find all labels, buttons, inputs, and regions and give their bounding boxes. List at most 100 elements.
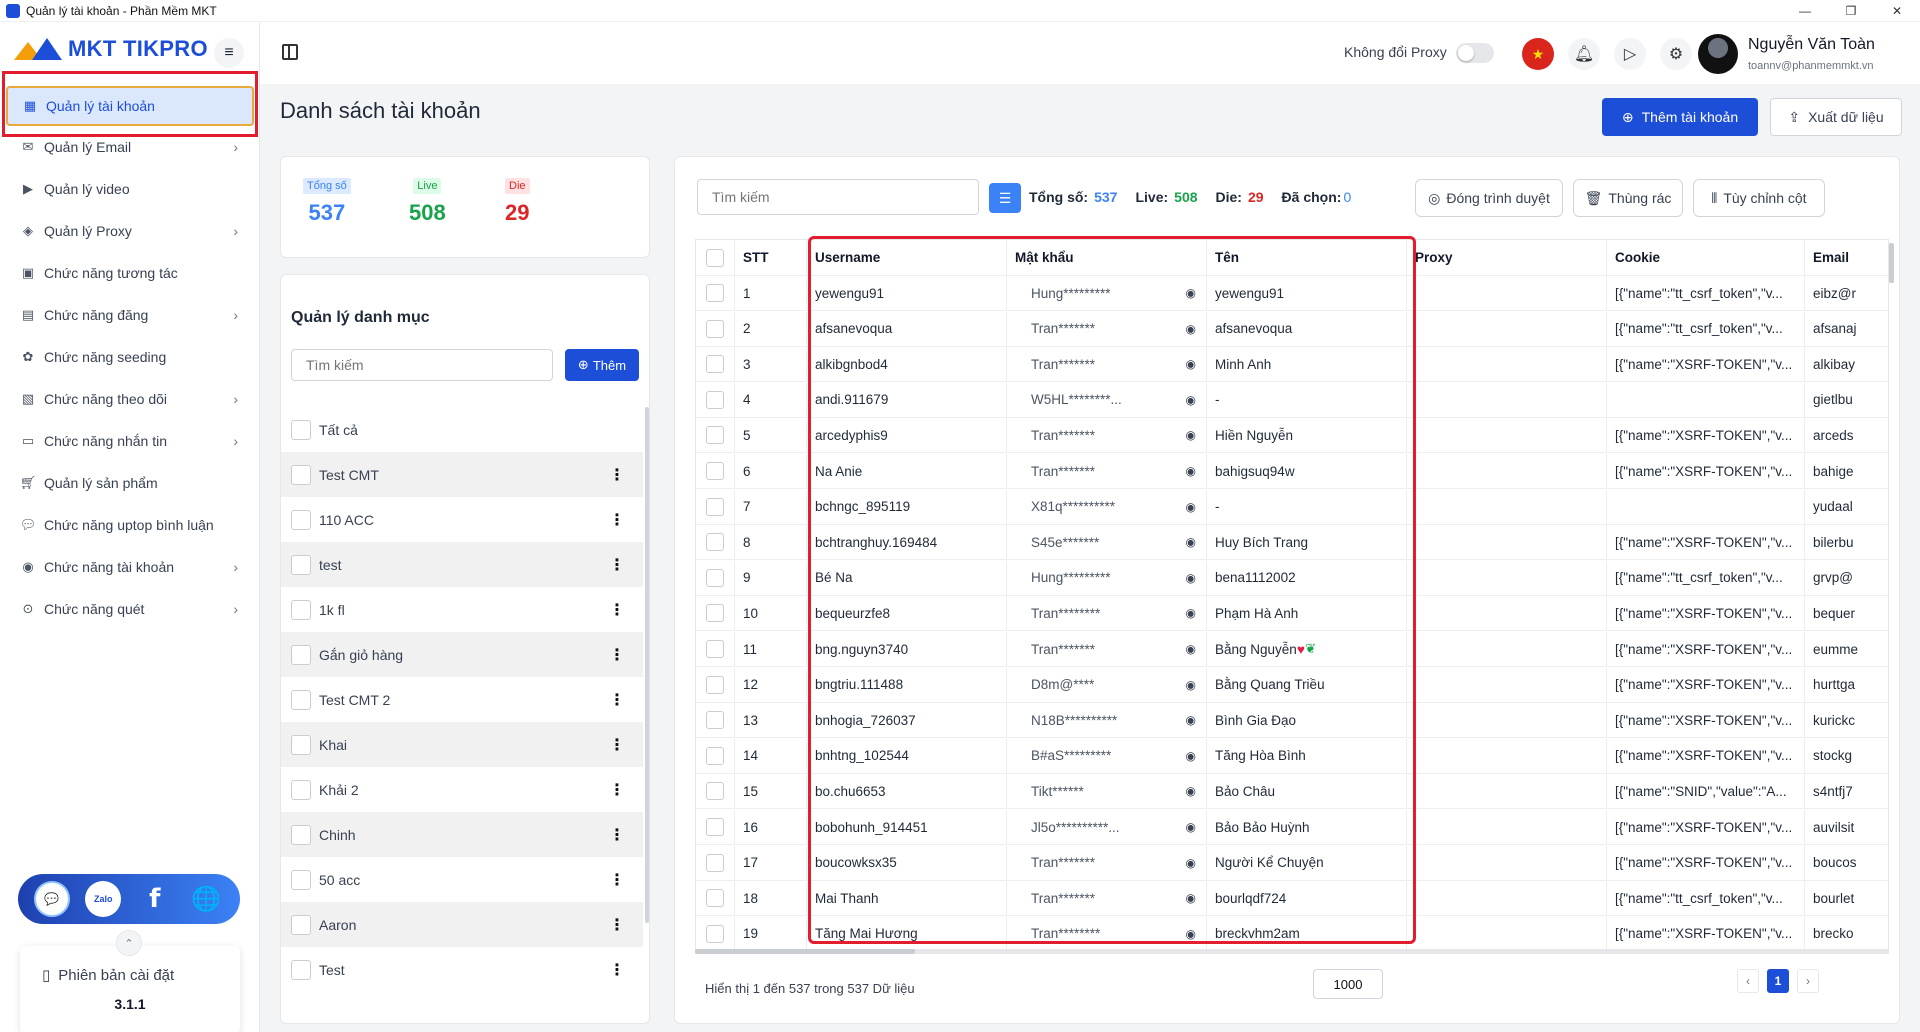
category-checkbox[interactable] <box>291 464 311 485</box>
sidebar-item-follow[interactable]: ▧ Chức năng theo dõi › <box>0 378 260 420</box>
page-size-select[interactable]: 1000 <box>1313 969 1383 999</box>
category-checkbox[interactable] <box>291 644 311 665</box>
row-checkbox[interactable] <box>706 675 724 694</box>
eye-icon[interactable]: ◉ <box>1186 571 1196 585</box>
column-header-stt[interactable]: STT <box>734 240 806 275</box>
more-vertical-icon[interactable]: ⋮ <box>609 690 625 710</box>
layout-toggle-icon[interactable] <box>282 44 298 60</box>
eye-icon[interactable]: ◉ <box>1186 820 1196 834</box>
customize-columns-button[interactable]: ⫴ Tùy chỉnh cột <box>1693 179 1825 217</box>
table-row[interactable]: 15 bo.chu6653 Tikt****** ◉ Bảo Châu [{"name":… <box>696 774 1888 810</box>
column-header-cookie[interactable]: Cookie <box>1606 240 1804 275</box>
eye-icon[interactable]: ◉ <box>1186 642 1196 656</box>
category-scrollbar[interactable] <box>645 407 649 923</box>
row-checkbox-cell[interactable] <box>696 774 734 808</box>
row-checkbox[interactable] <box>706 889 724 908</box>
more-vertical-icon[interactable]: ⋮ <box>609 645 625 665</box>
category-checkbox[interactable] <box>291 824 311 845</box>
row-checkbox-cell[interactable] <box>696 418 734 452</box>
chevron-up-icon[interactable]: ⌃ <box>116 930 142 956</box>
row-checkbox-cell[interactable] <box>696 490 734 524</box>
table-row[interactable]: 6 Na Anie Tran******* ◉ bahigsuq94w [{"name":… <box>696 454 1888 489</box>
table-row[interactable]: 5 arcedyphis9 Tran******* ◉ Hiền Nguyễn [{"na… <box>696 418 1888 454</box>
category-item[interactable]: Chinh ⋮ <box>281 812 643 857</box>
more-vertical-icon[interactable]: ⋮ <box>609 510 625 530</box>
category-item[interactable]: Test CMT 2 ⋮ <box>281 677 643 722</box>
table-row[interactable]: 8 bchtranghuy.169484 S45e******* ◉ Huy Bích … <box>696 525 1888 561</box>
row-checkbox-cell[interactable] <box>696 525 734 559</box>
eye-icon[interactable]: ◉ <box>1186 784 1196 798</box>
table-row[interactable]: 3 alkibgnbod4 Tran******* ◉ Minh Anh [{"name"… <box>696 347 1888 383</box>
column-header-name[interactable]: Tên <box>1206 240 1406 275</box>
eye-icon[interactable]: ◉ <box>1186 535 1196 549</box>
row-checkbox[interactable] <box>706 924 724 943</box>
row-checkbox[interactable] <box>706 818 724 836</box>
category-item[interactable]: Khai ⋮ <box>281 722 643 767</box>
column-header-email[interactable]: Email <box>1804 240 1888 275</box>
more-vertical-icon[interactable]: ⋮ <box>609 555 625 575</box>
sidebar-item-scan[interactable]: ⊙ Chức năng quét › <box>0 588 260 630</box>
table-search-input[interactable] <box>697 179 979 215</box>
row-checkbox-cell[interactable] <box>696 739 734 773</box>
row-checkbox-cell[interactable] <box>696 312 734 346</box>
category-search-input[interactable] <box>291 349 553 381</box>
sidebar-item-video[interactable]: ▶ Quản lý video <box>0 168 260 210</box>
row-checkbox[interactable] <box>706 568 724 587</box>
table-row[interactable]: 18 Mai Thanh Tran******* ◉ bourlqdf724 [{"nam… <box>696 881 1888 917</box>
row-checkbox-cell[interactable] <box>696 703 734 737</box>
close-browser-button[interactable]: ◎ Đóng trình duyệt <box>1415 179 1563 217</box>
row-checkbox[interactable] <box>706 640 724 658</box>
bell-icon[interactable]: 🔔︎ <box>1568 38 1600 70</box>
eye-icon[interactable]: ◉ <box>1186 713 1196 727</box>
vietnam-flag-icon[interactable]: ★ <box>1522 38 1554 70</box>
eye-icon[interactable]: ◉ <box>1186 286 1196 300</box>
next-page-icon[interactable]: › <box>1797 969 1819 993</box>
category-checkbox[interactable] <box>291 779 311 800</box>
more-vertical-icon[interactable]: ⋮ <box>609 735 625 755</box>
vertical-scrollbar[interactable] <box>1889 243 1894 283</box>
row-checkbox[interactable] <box>706 533 724 552</box>
table-row[interactable]: 1 yewengu91 Hung********* ◉ yewengu91 [{"name… <box>696 276 1888 311</box>
table-row[interactable]: 9 Bé Na Hung********* ◉ bena1112002 [{"name":… <box>696 560 1888 596</box>
select-all-checkbox[interactable] <box>706 248 724 267</box>
add-category-button[interactable]: ⊕ Thêm <box>565 349 639 381</box>
maximize-button[interactable]: ❐ <box>1828 0 1874 22</box>
row-checkbox-cell[interactable] <box>696 846 734 880</box>
eye-icon[interactable]: ◉ <box>1186 606 1196 620</box>
table-row[interactable]: 7 bchngc_895119 X81q********** ◉ - yudaal <box>696 489 1888 525</box>
row-checkbox-cell[interactable] <box>696 347 734 381</box>
table-row[interactable]: 14 bnhtng_102544 B#aS********* ◉ Tăng Hòa Bì… <box>696 738 1888 774</box>
category-checkbox[interactable] <box>291 599 311 620</box>
row-checkbox[interactable] <box>706 390 724 409</box>
row-checkbox[interactable] <box>706 711 724 730</box>
table-row[interactable]: 4 andi.911679 W5HL********... ◉ - gietlbu <box>696 382 1888 418</box>
trash-button[interactable]: 🗑︎ Thùng rác <box>1573 179 1683 217</box>
row-checkbox-cell[interactable] <box>696 632 734 666</box>
row-checkbox-cell[interactable] <box>696 668 734 702</box>
category-checkbox[interactable] <box>291 959 311 980</box>
row-checkbox-cell[interactable] <box>696 383 734 417</box>
eye-icon[interactable]: ◉ <box>1186 322 1196 336</box>
row-checkbox[interactable] <box>706 782 724 801</box>
more-vertical-icon[interactable]: ⋮ <box>609 960 625 980</box>
row-checkbox[interactable] <box>706 355 724 374</box>
row-checkbox-cell[interactable] <box>696 881 734 915</box>
table-row[interactable]: 10 bequeurzfe8 Tran******** ◉ Phạm Hà Anh [{"… <box>696 596 1888 632</box>
category-item[interactable]: 1k fl ⋮ <box>281 587 643 632</box>
play-icon[interactable]: ▷ <box>1614 38 1646 70</box>
category-item[interactable]: Test ⋮ <box>281 947 643 992</box>
row-checkbox-cell[interactable] <box>696 917 734 950</box>
category-checkbox[interactable] <box>291 419 311 440</box>
filter-icon[interactable]: ☰ <box>989 183 1021 213</box>
globe-icon[interactable]: 🌐 <box>188 881 224 917</box>
column-header-username[interactable]: Username <box>806 240 1006 275</box>
sidebar-item-interaction[interactable]: ▣ Chức năng tương tác <box>0 252 260 294</box>
facebook-icon[interactable]: f <box>137 881 173 917</box>
category-item[interactable]: Tất cả <box>281 407 643 452</box>
eye-icon[interactable]: ◉ <box>1186 500 1196 514</box>
eye-icon[interactable]: ◉ <box>1186 678 1196 692</box>
close-window-button[interactable]: ✕ <box>1874 0 1920 22</box>
horizontal-scrollbar[interactable] <box>695 949 1889 954</box>
category-item[interactable]: Test CMT ⋮ <box>281 452 643 497</box>
eye-icon[interactable]: ◉ <box>1186 749 1196 763</box>
